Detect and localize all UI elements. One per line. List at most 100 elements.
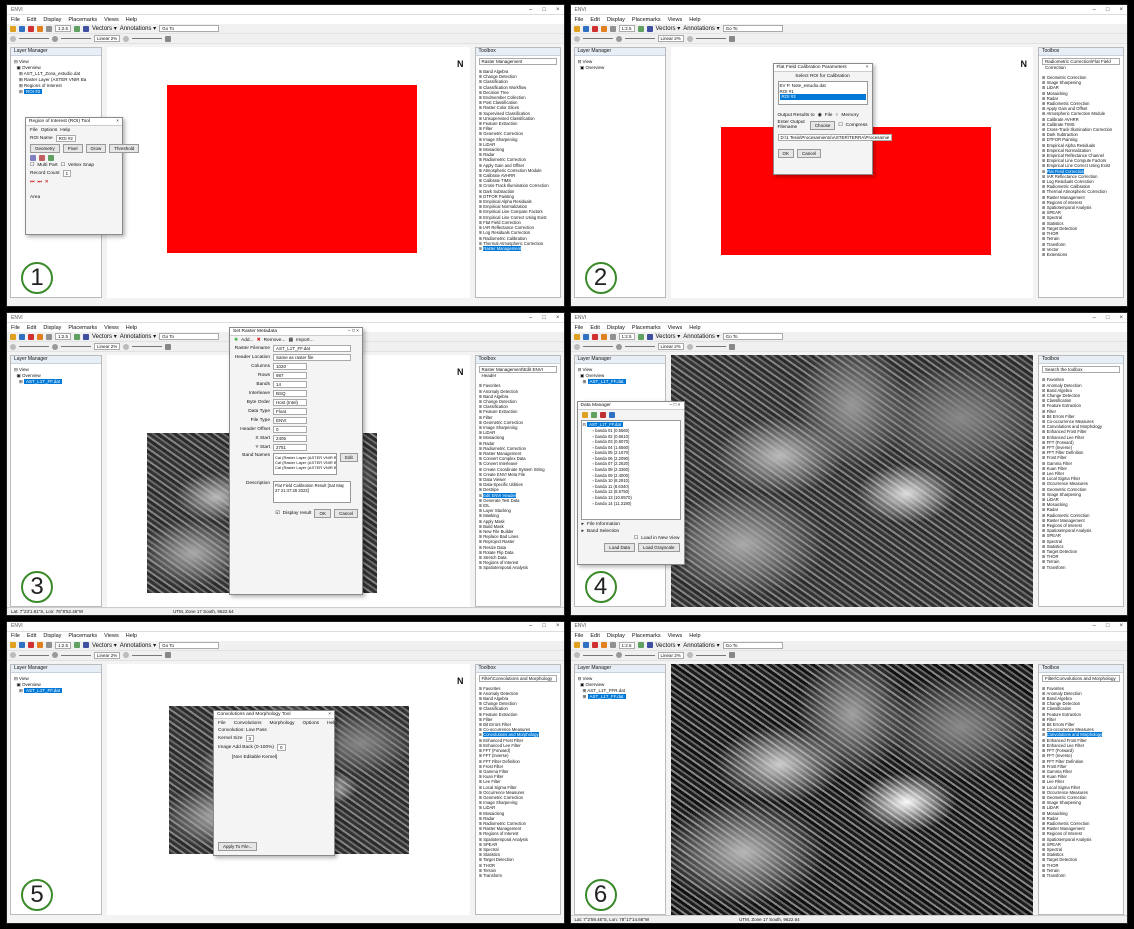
annotations-menu[interactable]: Annotations ▾: [120, 25, 156, 32]
vertex-snap-checkbox[interactable]: ☐: [61, 163, 65, 168]
minimize-icon[interactable]: –: [1093, 623, 1096, 629]
roi-menu-item[interactable]: File: [30, 128, 38, 133]
annotations-menu[interactable]: Annotations ▾: [683, 642, 719, 649]
close-icon[interactable]: – □ ×: [669, 402, 680, 409]
roi-list-item[interactable]: ROI #2: [779, 94, 866, 100]
sharpen-slider[interactable]: [695, 346, 726, 348]
brightness-slider[interactable]: [582, 346, 613, 348]
layer-overview[interactable]: ▣ Overview: [578, 65, 662, 71]
layer-item[interactable]: ⊞ AST_L1T_FF.dat: [14, 687, 98, 694]
zoom-icon[interactable]: [609, 642, 616, 649]
file-radio[interactable]: ◉: [818, 113, 822, 118]
data-manager-tool-icon[interactable]: [608, 412, 615, 419]
menu-help[interactable]: Help: [126, 325, 137, 331]
vectors-menu[interactable]: Vectors ▾: [656, 333, 681, 340]
contrast-slider[interactable]: [624, 38, 655, 39]
save-icon[interactable]: [582, 642, 589, 649]
stretch-field[interactable]: Linear 2%: [657, 651, 684, 659]
contrast-icon[interactable]: [52, 652, 58, 659]
roi-tab[interactable]: Geometry: [30, 144, 60, 153]
stretch-field[interactable]: Linear 2%: [94, 35, 121, 42]
toolbox-search[interactable]: Filter\Convolutions and Morphology: [478, 674, 557, 682]
first-record-icon[interactable]: ⏮: [30, 179, 34, 185]
brightness-slider[interactable]: [19, 346, 49, 348]
band-selection-label[interactable]: Band Selection: [587, 529, 619, 534]
toolbox-item[interactable]: ⊞ Transform: [479, 873, 557, 878]
roi-name-field[interactable]: ROI #2: [55, 135, 76, 142]
save-icon[interactable]: [582, 25, 589, 32]
toolbox-item[interactable]: ⊞ Spatiotemporal Analysis: [479, 565, 557, 570]
sharpen-slider[interactable]: [695, 654, 726, 656]
contrast-slider[interactable]: [61, 346, 91, 348]
metadata-value[interactable]: AST_L1T_FF.dat: [273, 345, 351, 353]
stretch-field[interactable]: Linear 2%: [94, 651, 121, 659]
toolbox-item[interactable]: ⊞ Transform: [1042, 565, 1120, 570]
open-icon[interactable]: [10, 333, 16, 340]
brightness-slider[interactable]: [582, 38, 613, 39]
apply-to-file-button[interactable]: Apply To File...: [218, 841, 258, 851]
brightness-icon[interactable]: [573, 652, 580, 659]
hand-icon[interactable]: [600, 642, 607, 649]
transparency-icon[interactable]: [728, 652, 735, 659]
contrast-icon[interactable]: [615, 652, 622, 659]
menu-placemarks[interactable]: Placemarks: [68, 633, 97, 639]
menu-edit[interactable]: Edit: [27, 325, 36, 331]
menu-edit[interactable]: Edit: [590, 633, 599, 639]
annotations-menu[interactable]: Annotations ▾: [120, 333, 156, 340]
sharpen-icon[interactable]: [686, 35, 693, 42]
toolbox-item[interactable]: ⊞ Extensions: [1042, 252, 1120, 257]
menu-help[interactable]: Help: [689, 17, 700, 23]
sharpen-icon[interactable]: [123, 343, 130, 350]
zoom-field[interactable]: 1:2.5: [55, 25, 72, 32]
contrast-slider[interactable]: [624, 346, 655, 348]
sharpen-icon[interactable]: [123, 35, 130, 42]
roi-menu-item[interactable]: Options: [41, 128, 58, 133]
load-grayscale-button[interactable]: Load Grayscale: [637, 543, 680, 553]
brightness-slider[interactable]: [19, 654, 49, 656]
roi-menu-item[interactable]: Help: [60, 128, 70, 133]
close-icon[interactable]: ×: [556, 7, 560, 13]
ok-button[interactable]: OK: [314, 509, 331, 519]
conv-menu-item[interactable]: Morphology: [269, 721, 294, 726]
open-icon[interactable]: [573, 642, 580, 649]
metadata-value[interactable]: 0: [273, 426, 307, 434]
description-field[interactable]: Flat Field Calibration Result [Sat May 2…: [273, 481, 351, 504]
open-icon[interactable]: [573, 333, 580, 340]
brightness-icon[interactable]: [10, 652, 16, 659]
brightness-icon[interactable]: [573, 35, 580, 42]
expand-icon[interactable]: ▸: [582, 529, 584, 534]
transparency-icon[interactable]: [728, 35, 735, 42]
maximize-icon[interactable]: □: [542, 7, 546, 13]
vectors-menu[interactable]: Vectors ▾: [92, 25, 117, 32]
stretch-field[interactable]: Linear 2%: [657, 343, 684, 351]
menu-views[interactable]: Views: [104, 325, 119, 331]
image-view[interactable]: N: [670, 663, 1033, 915]
menu-file[interactable]: File: [575, 633, 584, 639]
polygon-icon[interactable]: [30, 155, 36, 161]
minimize-icon[interactable]: –: [1093, 7, 1096, 13]
menu-display[interactable]: Display: [43, 325, 61, 331]
hand-icon[interactable]: [37, 642, 43, 649]
close-icon[interactable]: ×: [556, 623, 560, 629]
add-button[interactable]: Add...: [241, 338, 254, 343]
layer-item[interactable]: ⊞ AST_L1T_FF.dat: [14, 379, 98, 385]
toolbox-item[interactable]: ⊞ Empirical Line Correct Using Exist: [1042, 163, 1120, 168]
close-icon[interactable]: ×: [116, 118, 119, 125]
compress-checkbox[interactable]: ☐: [838, 123, 842, 128]
conv-menu-item[interactable]: Help: [327, 721, 337, 726]
menu-placemarks[interactable]: Placemarks: [68, 325, 97, 331]
band-name-item[interactable]: Cal (Raster Layer (ASTER VNIR B: [275, 465, 336, 470]
metadata-value[interactable]: Host (Intel): [273, 399, 307, 407]
sharpen-icon[interactable]: [686, 652, 693, 659]
memory-radio[interactable]: ○: [835, 113, 838, 118]
toolbox-search[interactable]: Raster Management: [478, 58, 557, 65]
menu-views[interactable]: Views: [668, 325, 683, 331]
maximize-icon[interactable]: □: [1106, 315, 1110, 321]
pin-icon[interactable]: [28, 25, 34, 32]
transparency-icon[interactable]: [165, 343, 172, 350]
annotations-menu[interactable]: Annotations ▾: [683, 333, 719, 340]
data-manager-tool-icon[interactable]: [581, 412, 588, 419]
layer-item[interactable]: ⊞ AST_L1T_FF.dat: [578, 379, 662, 385]
menu-placemarks[interactable]: Placemarks: [632, 17, 661, 23]
contrast-icon[interactable]: [615, 35, 622, 42]
